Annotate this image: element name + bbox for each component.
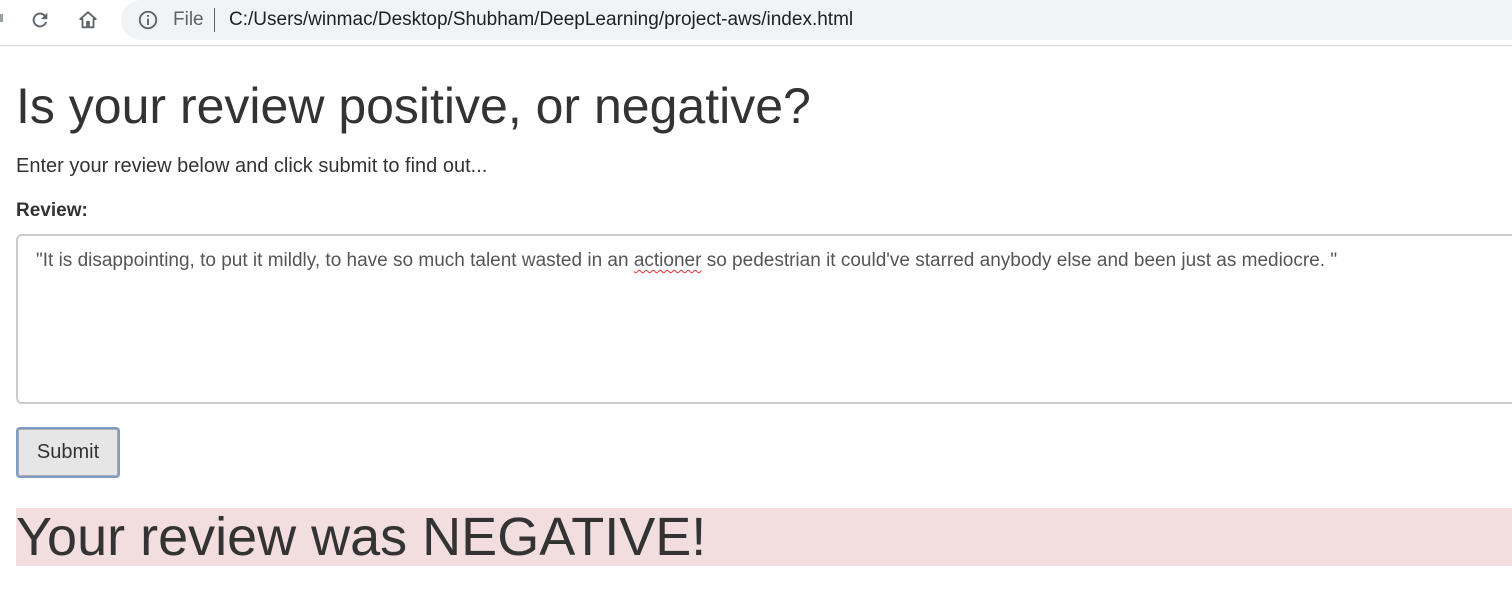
review-textarea[interactable]: "It is disappointing, to put it mildly, … [16,234,1512,404]
result-message: Your review was NEGATIVE! [16,507,707,567]
review-label: Review: [16,200,88,221]
url-text[interactable]: C:/Users/winmac/Desktop/Shubham/DeepLear… [229,9,853,31]
address-bar[interactable]: File C:/Users/winmac/Desktop/Shubham/Dee… [121,0,1512,40]
browser-toolbar: File C:/Users/winmac/Desktop/Shubham/Dee… [0,0,1512,46]
review-text-start: "It is disappointing, to put it mildly, … [36,250,634,271]
home-icon[interactable] [76,8,100,32]
submit-button[interactable]: Submit [16,427,120,478]
review-text-end: so pedestrian it could've starred anybod… [701,250,1338,271]
scheme-label: File [173,9,204,30]
page-subtitle: Enter your review below and click submit… [16,155,488,177]
reload-icon[interactable] [28,8,52,32]
result-banner: Your review was NEGATIVE! [16,507,1512,567]
review-text-misspelled-word: actioner [633,250,702,271]
page-title: Is your review positive, or negative? [16,78,811,134]
info-icon[interactable] [137,9,159,31]
address-separator [214,8,215,32]
back-button-edge[interactable] [0,14,3,22]
